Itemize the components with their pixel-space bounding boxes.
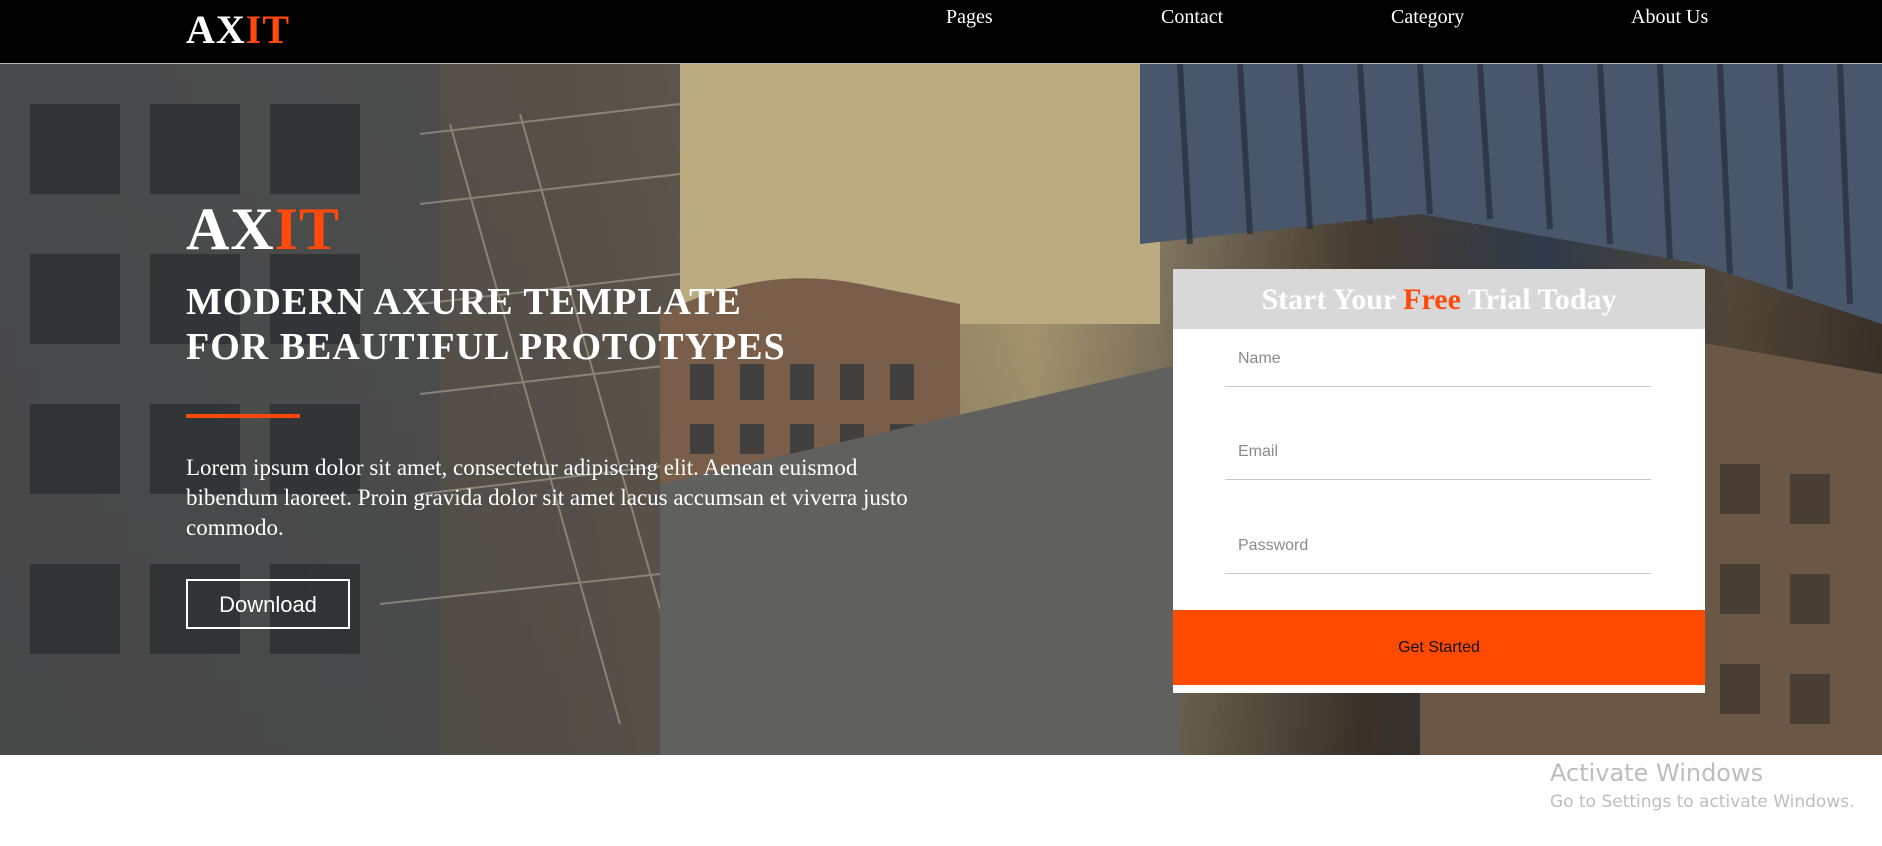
form-title: Start Your Free Trial Today [1173,269,1705,329]
logo-main-text: AX [186,7,246,52]
activate-windows-title: Activate Windows [1550,759,1764,787]
hero-paragraph: Lorem ipsum dolor sit amet, consectetur … [186,455,908,540]
form-title-accent: Free [1403,283,1461,316]
hero-headline: MODERN AXURE TEMPLATE FOR BEAUTIFUL PROT… [186,280,886,370]
headline-line-2: FOR BEAUTIFUL PROTOTYPES [186,326,786,368]
form-title-post: Trial Today [1460,283,1617,316]
form-title-pre: Start Your [1261,283,1404,316]
nav-link-category[interactable]: Category [1391,4,1464,30]
hero-section: AXIT MODERN AXURE TEMPLATE FOR BEAUTIFUL… [0,64,1882,755]
get-started-button[interactable]: Get Started [1173,610,1705,685]
nav-link-contact[interactable]: Contact [1161,4,1223,30]
site-logo[interactable]: AXIT [186,8,290,52]
top-navbar: AXIT Pages Contact Category About Us [0,0,1882,64]
nav-link-about-us[interactable]: About Us [1631,4,1708,30]
hero-brand-accent: IT [274,196,341,262]
free-trial-form: Start Your Free Trial Today Get Started [1173,269,1705,693]
nav-link-pages[interactable]: Pages [946,4,993,30]
name-input[interactable] [1225,332,1651,387]
download-button[interactable]: Download [186,579,350,629]
hero-brand-main: AX [186,196,275,262]
hero-brand-title: AXIT [186,196,340,262]
email-input[interactable] [1225,425,1651,480]
activate-windows-subtitle: Go to Settings to activate Windows. [1550,792,1855,812]
headline-line-1: MODERN AXURE TEMPLATE [186,281,742,323]
accent-divider [186,414,300,418]
password-input[interactable] [1225,519,1651,574]
logo-accent-text: IT [245,7,291,52]
